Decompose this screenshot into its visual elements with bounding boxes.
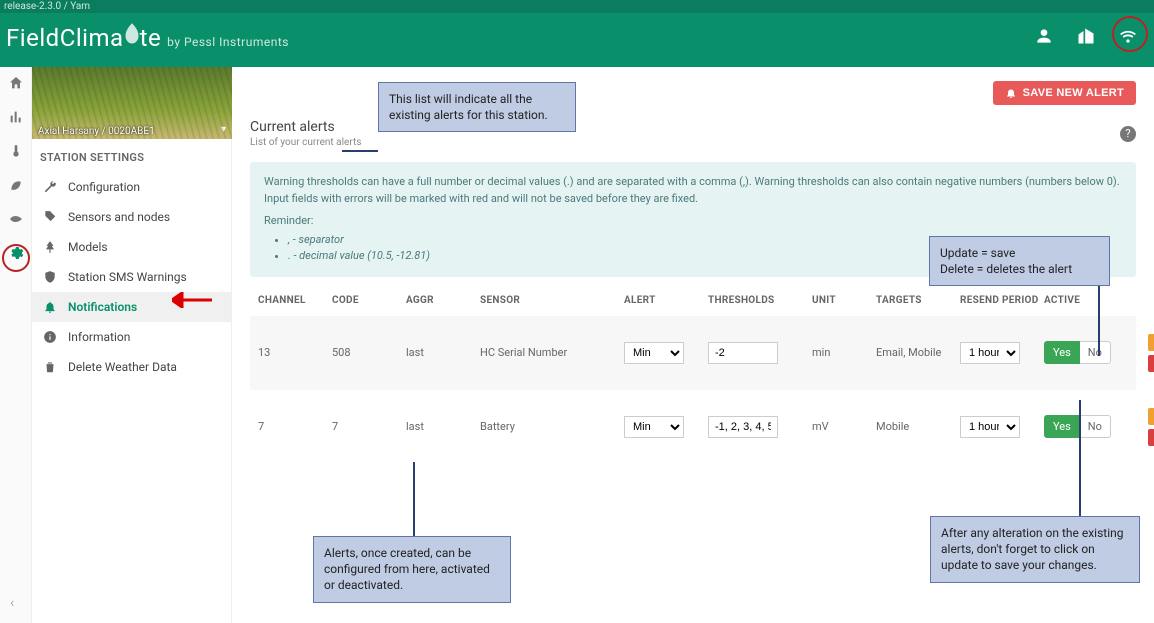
home-icon[interactable] [6,73,26,93]
nav-sms[interactable]: Station SMS Warnings [32,262,231,292]
gear-icon[interactable] [6,243,26,263]
release-tag: release-2.3.0 / Yam [0,0,1154,13]
bell-plus-icon [1005,87,1017,99]
nav-label: Sensors and nodes [68,210,170,224]
nav-label: Models [68,240,108,254]
resend-select[interactable]: 1 hour [960,416,1020,438]
save-new-alert-button[interactable]: SAVE NEW ALERT [993,81,1136,105]
nav-label: Station SMS Warnings [68,270,187,284]
nav-models[interactable]: Models [32,232,231,262]
trash-icon [42,359,58,375]
tag-icon [42,209,58,225]
active-toggle[interactable]: YesNo [1044,415,1144,438]
station-image[interactable]: Axial Harsany / 0020ABE1 ▾ [32,67,232,139]
info-icon [42,329,58,345]
section-title: Current alerts [250,119,361,135]
leaf-icon [122,22,142,46]
nav-label: Configuration [68,180,140,194]
table-row: 7 7 last Battery Min mV Mobile 1 hour Ye… [250,390,1136,464]
collapse-rail-icon[interactable]: ‹ [10,595,14,611]
alert-select[interactable]: Min [624,342,684,364]
alerts-table: CHANNEL CODE AGGR SENSOR ALERT THRESHOLD… [250,285,1136,464]
nav-sensors[interactable]: Sensors and nodes [32,202,231,232]
update-button[interactable]: Update [1148,408,1154,425]
resend-select[interactable]: 1 hour [960,342,1020,364]
left-rail [0,67,32,623]
active-toggle[interactable]: YesNo [1044,341,1144,364]
delete-button[interactable]: Delete [1148,429,1154,446]
bell-icon [42,299,58,315]
table-header: CHANNEL CODE AGGR SENSOR ALERT THRESHOLD… [250,285,1136,316]
thermometer-icon[interactable] [6,141,26,161]
section-subtitle: List of your current alerts [250,137,361,148]
station-label: Axial Harsany / 0020ABE1 [38,126,155,137]
nav-configuration[interactable]: Configuration [32,172,231,202]
threshold-input[interactable] [708,416,778,438]
bird-icon[interactable] [6,209,26,229]
annotation-box: Update = save Delete = deletes the alert [929,236,1110,286]
table-row: 13 508 last HC Serial Number Min min Ema… [250,316,1136,390]
nav-label: Delete Weather Data [68,360,177,374]
help-icon[interactable]: ? [1120,126,1136,142]
threshold-input[interactable] [708,342,778,364]
update-button[interactable]: Update [1148,334,1154,351]
wrench-icon [42,179,58,195]
stats-icon[interactable] [6,107,26,127]
station-dropdown-icon[interactable]: ▾ [221,124,226,135]
delete-button[interactable]: Delete [1148,355,1154,372]
sidebar: Axial Harsany / 0020ABE1 ▾ STATION SETTI… [32,67,232,623]
nav-label: Information [68,330,130,344]
leaf-icon[interactable] [6,175,26,195]
buildings-icon[interactable] [1076,26,1096,50]
section-title: STATION SETTINGS [32,139,231,172]
alert-select[interactable]: Min [624,416,684,438]
annotation-box: Alerts, once created, can be configured … [313,536,511,603]
app-header: release-2.3.0 / Yam FieldClima te by Pes… [0,0,1154,67]
annotation-arrow [172,292,212,308]
tree-icon [42,239,58,255]
shield-icon [42,269,58,285]
nav-information[interactable]: Information [32,322,231,352]
brand-logo: FieldClima te by Pessl Instruments [6,22,289,52]
annotation-circle-header [1112,16,1148,52]
nav-delete-data[interactable]: Delete Weather Data [32,352,231,382]
annotation-box: After any alteration on the existing ale… [930,516,1140,583]
person-icon[interactable] [1034,26,1054,50]
annotation-box: This list will indicate all the existing… [378,82,576,132]
nav-label: Notifications [68,300,137,314]
